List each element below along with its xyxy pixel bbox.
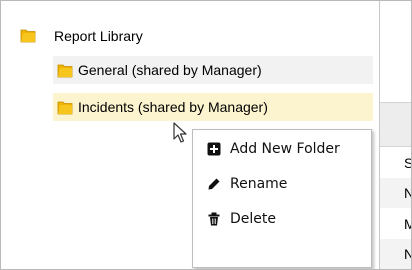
menu-item-delete[interactable]: Delete <box>193 203 371 235</box>
tree-node-label: Incidents (shared by Manager) <box>78 99 268 115</box>
menu-item-label: Add New Folder <box>230 141 340 157</box>
tree-node-label: Report Library <box>54 28 143 44</box>
menu-item-rename[interactable]: Rename <box>193 168 371 200</box>
list-row[interactable]: N <box>380 178 411 208</box>
tree-node-general[interactable]: General (shared by Manager) <box>53 56 373 84</box>
folder-icon <box>57 100 73 115</box>
menu-item-add-new-folder[interactable]: Add New Folder <box>193 133 371 165</box>
trash-icon <box>207 212 221 226</box>
context-menu: Add New Folder Rename Delete <box>192 129 372 268</box>
list-row[interactable]: M <box>380 209 411 239</box>
list-row[interactable]: S <box>380 148 411 178</box>
tree-node-incidents[interactable]: Incidents (shared by Manager) <box>53 93 373 121</box>
plus-square-icon <box>207 142 221 156</box>
list-row[interactable]: N <box>380 239 411 269</box>
menu-item-label: Rename <box>230 176 288 192</box>
tree-node-label: General (shared by Manager) <box>78 62 262 78</box>
folder-icon <box>57 63 73 78</box>
pencil-icon <box>207 177 221 191</box>
mouse-pointer-icon <box>173 122 189 144</box>
menu-item-label: Delete <box>230 211 276 227</box>
list-header <box>380 102 411 147</box>
report-library-window: Report Library General (shared by Manage… <box>0 0 412 270</box>
folder-icon <box>20 28 36 43</box>
report-list-panel: S N M N <box>380 1 411 269</box>
